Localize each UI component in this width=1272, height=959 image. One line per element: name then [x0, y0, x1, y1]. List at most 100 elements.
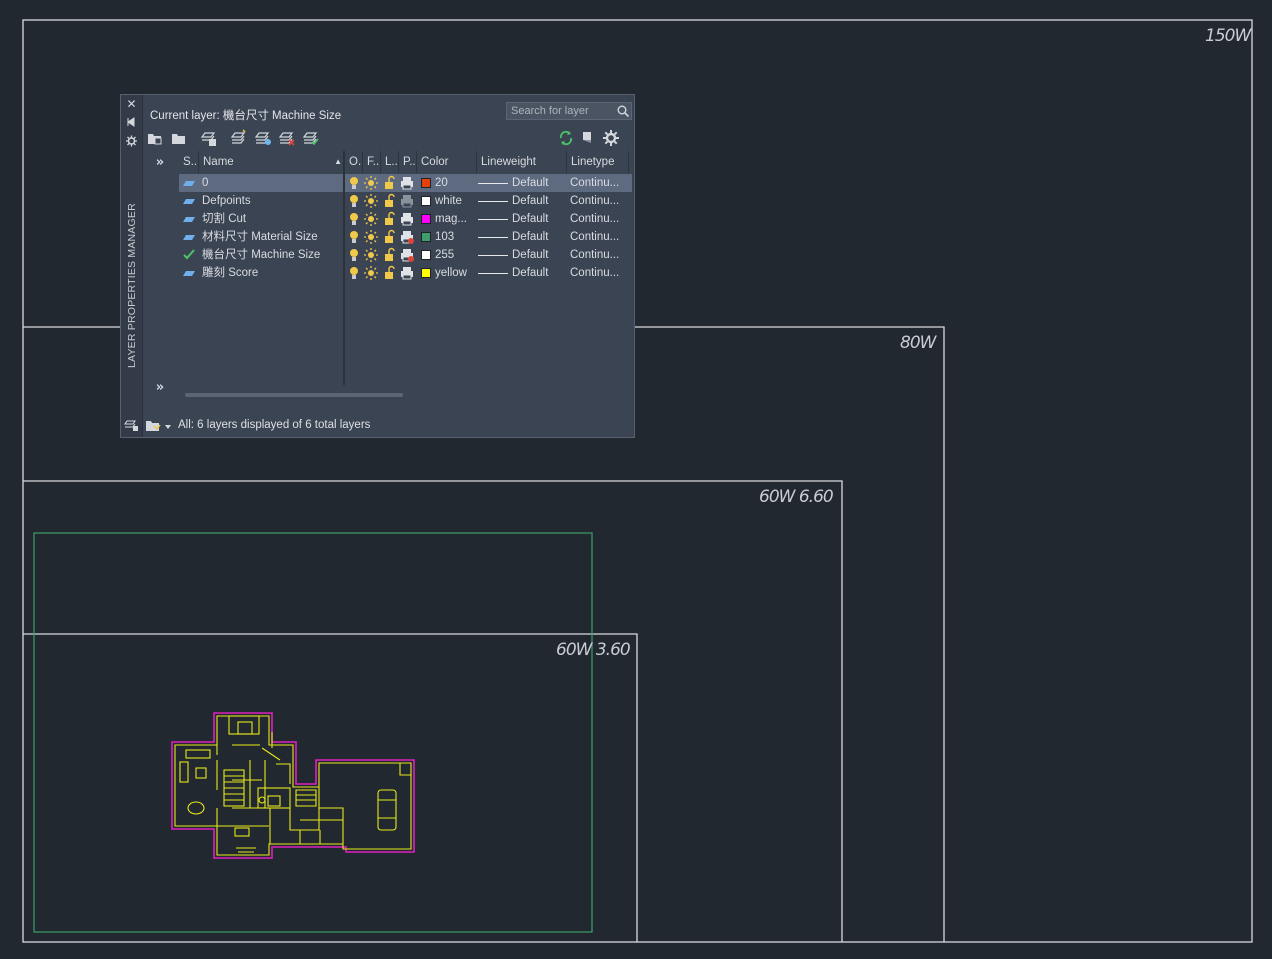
sun-thaw-icon[interactable]: [364, 210, 378, 228]
color-name[interactable]: 103: [435, 228, 454, 246]
properties-gear-icon[interactable]: [124, 134, 139, 148]
search-icon[interactable]: [617, 105, 629, 117]
layer-row-name-1[interactable]: Defpoints: [179, 192, 343, 210]
lightbulb-on-icon[interactable]: [347, 264, 361, 282]
layer-states-manager-icon[interactable]: [200, 129, 218, 147]
printer-icon[interactable]: [400, 174, 414, 192]
lineweight-value[interactable]: Default: [512, 228, 548, 246]
printer-no-plot-icon[interactable]: [400, 228, 414, 246]
linetype-value[interactable]: Continu...: [570, 228, 619, 246]
layer-row-props-3[interactable]: 103 Default Continu...: [345, 228, 632, 246]
layer-freeze-icon[interactable]: [578, 129, 596, 147]
color-name[interactable]: mag...: [435, 210, 467, 228]
set-current-icon[interactable]: [302, 129, 320, 147]
linetype-value[interactable]: Continu...: [570, 174, 619, 192]
layer-name[interactable]: 切割 Cut: [202, 210, 246, 228]
horizontal-scrollbar[interactable]: [185, 393, 403, 397]
layer-name[interactable]: 雕刻 Score: [202, 264, 258, 282]
color-swatch[interactable]: [421, 232, 431, 242]
lineweight-value[interactable]: Default: [512, 246, 548, 264]
sheet-label-60w-660: 60W 6.60: [759, 487, 834, 507]
column-header-freeze[interactable]: F..: [363, 151, 381, 173]
color-swatch[interactable]: [421, 250, 431, 260]
lineweight-value[interactable]: Default: [512, 174, 548, 192]
color-swatch[interactable]: [421, 196, 431, 206]
new-group-filter-icon[interactable]: [170, 129, 188, 147]
lightbulb-on-icon[interactable]: [347, 246, 361, 264]
delete-layer-icon[interactable]: [278, 129, 296, 147]
layer-row-name-5[interactable]: 雕刻 Score: [179, 264, 343, 282]
sun-thaw-icon[interactable]: [364, 174, 378, 192]
unlocked-padlock-icon[interactable]: [383, 228, 397, 246]
column-header-plot[interactable]: P..: [399, 151, 417, 173]
layer-row-name-3[interactable]: 材料尺寸 Material Size: [179, 228, 343, 246]
linetype-value[interactable]: Continu...: [570, 264, 619, 282]
layer-name[interactable]: Defpoints: [202, 192, 251, 210]
layer-row-props-0[interactable]: 20 Default Continu...: [345, 174, 632, 192]
unlocked-padlock-icon[interactable]: [383, 210, 397, 228]
layer-row-name-4[interactable]: 機台尺寸 Machine Size: [179, 246, 343, 264]
unlocked-padlock-icon[interactable]: [383, 192, 397, 210]
column-header-lock[interactable]: L..: [381, 151, 399, 173]
layer-properties-manager-palette[interactable]: ✕ LAYER PROPERTIES MANAGER Current layer…: [120, 94, 635, 438]
layer-row-props-1[interactable]: white Default Continu...: [345, 192, 632, 210]
filter-dropdown-icon[interactable]: [145, 418, 175, 434]
floor-plan-drawing[interactable]: [171, 712, 415, 859]
column-header-on[interactable]: O..: [345, 151, 363, 173]
auto-hide-icon[interactable]: [124, 115, 139, 129]
printer-no-plot-icon[interactable]: [400, 246, 414, 264]
close-icon[interactable]: ✕: [124, 97, 139, 111]
column-header-lineweight[interactable]: Lineweight: [477, 151, 567, 173]
settings-gear-icon[interactable]: [602, 129, 620, 147]
printer-icon[interactable]: [400, 264, 414, 282]
linetype-value[interactable]: Continu...: [570, 192, 619, 210]
new-layer-vp-frozen-icon[interactable]: [254, 129, 272, 147]
layer-settings-icon[interactable]: [123, 417, 139, 431]
unlocked-padlock-icon[interactable]: [383, 264, 397, 282]
layer-name[interactable]: 0: [202, 174, 208, 192]
refresh-icon[interactable]: [557, 129, 575, 147]
lineweight-value[interactable]: Default: [512, 210, 548, 228]
color-name[interactable]: 20: [435, 174, 448, 192]
column-header-linetype[interactable]: Linetype: [567, 151, 629, 173]
layer-row-name-0[interactable]: 0: [179, 174, 343, 192]
linetype-value[interactable]: Continu...: [570, 246, 619, 264]
lineweight-value[interactable]: Default: [512, 192, 548, 210]
lineweight-value[interactable]: Default: [512, 264, 548, 282]
unlocked-padlock-icon[interactable]: [383, 174, 397, 192]
color-swatch[interactable]: [421, 268, 431, 278]
column-header-status[interactable]: S..: [179, 151, 199, 173]
printer-icon[interactable]: [400, 210, 414, 228]
expand-filter-tree-bottom-icon[interactable]: »: [151, 380, 169, 396]
layer-name[interactable]: 材料尺寸 Material Size: [202, 228, 318, 246]
sun-thaw-icon[interactable]: [364, 228, 378, 246]
color-name[interactable]: white: [435, 192, 462, 210]
layer-row-props-2[interactable]: mag... Default Continu...: [345, 210, 632, 228]
new-layer-icon[interactable]: [230, 129, 248, 147]
column-header-name[interactable]: Name ▲: [199, 151, 344, 173]
lightbulb-on-icon[interactable]: [347, 228, 361, 246]
lightbulb-on-icon[interactable]: [347, 192, 361, 210]
unlocked-padlock-icon[interactable]: [383, 246, 397, 264]
sun-thaw-icon[interactable]: [364, 246, 378, 264]
sun-thaw-icon[interactable]: [364, 192, 378, 210]
color-swatch[interactable]: [421, 178, 431, 188]
layer-row-props-4[interactable]: 255 Default Continu...: [345, 246, 632, 264]
color-name[interactable]: yellow: [435, 264, 467, 282]
sun-thaw-icon[interactable]: [364, 264, 378, 282]
expand-filter-tree-icon[interactable]: »: [151, 155, 169, 171]
color-name[interactable]: 255: [435, 246, 454, 264]
new-property-filter-icon[interactable]: [146, 129, 164, 147]
lightbulb-on-icon[interactable]: [347, 174, 361, 192]
linetype-value[interactable]: Continu...: [570, 210, 619, 228]
lightbulb-on-icon[interactable]: [347, 210, 361, 228]
layer-row-name-2[interactable]: 切割 Cut: [179, 210, 343, 228]
material-size-rectangle[interactable]: [33, 532, 593, 933]
column-header-color[interactable]: Color: [417, 151, 477, 173]
search-layer-input[interactable]: [506, 102, 632, 120]
layer-row-props-5[interactable]: yellow Default Continu...: [345, 264, 632, 282]
layer-name[interactable]: 機台尺寸 Machine Size: [202, 246, 320, 264]
color-swatch[interactable]: [421, 214, 431, 224]
printer-disabled-icon[interactable]: [400, 192, 414, 210]
palette-side-bar[interactable]: ✕ LAYER PROPERTIES MANAGER: [121, 95, 143, 437]
